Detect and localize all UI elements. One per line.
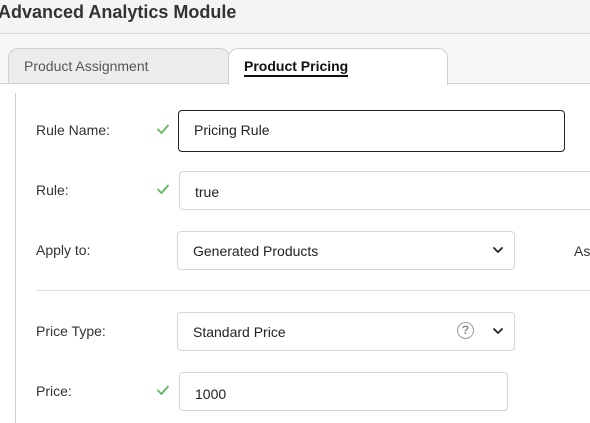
question-mark-icon[interactable]: ? (457, 322, 474, 339)
price-type-select[interactable]: Standard Price ? (177, 312, 515, 351)
tab-label: Product Assignment (24, 58, 149, 74)
rule-name-value: Pricing Rule (194, 122, 270, 138)
price-type-label: Price Type: (36, 323, 106, 339)
side-label: As (574, 243, 590, 259)
check-icon (157, 184, 169, 194)
price-input[interactable]: 1000 (179, 372, 508, 411)
chevron-down-icon (493, 328, 503, 334)
check-icon (157, 124, 169, 134)
tab-product-pricing[interactable]: Product Pricing (228, 48, 448, 85)
price-type-value: Standard Price (193, 324, 286, 340)
check-icon (157, 385, 169, 395)
price-label: Price: (36, 383, 72, 399)
app-title: Advanced Analytics Module (0, 2, 237, 22)
rule-label: Rule: (36, 182, 69, 198)
price-value: 1000 (195, 386, 227, 402)
section-divider (36, 290, 590, 291)
apply-to-value: Generated Products (193, 243, 319, 259)
tab-label: Product Pricing (244, 58, 349, 77)
chevron-down-icon (493, 247, 503, 253)
rule-name-input[interactable]: Pricing Rule (178, 110, 565, 152)
rule-input[interactable]: true (179, 171, 590, 210)
tab-product-assignment[interactable]: Product Assignment (8, 48, 230, 84)
rule-value: true (195, 184, 220, 200)
panel-left-border (15, 93, 16, 423)
apply-to-select[interactable]: Generated Products (177, 231, 515, 270)
app-header: Advanced Analytics Module (0, 0, 590, 34)
apply-to-label: Apply to: (36, 242, 91, 258)
rule-name-label: Rule Name: (36, 122, 110, 138)
